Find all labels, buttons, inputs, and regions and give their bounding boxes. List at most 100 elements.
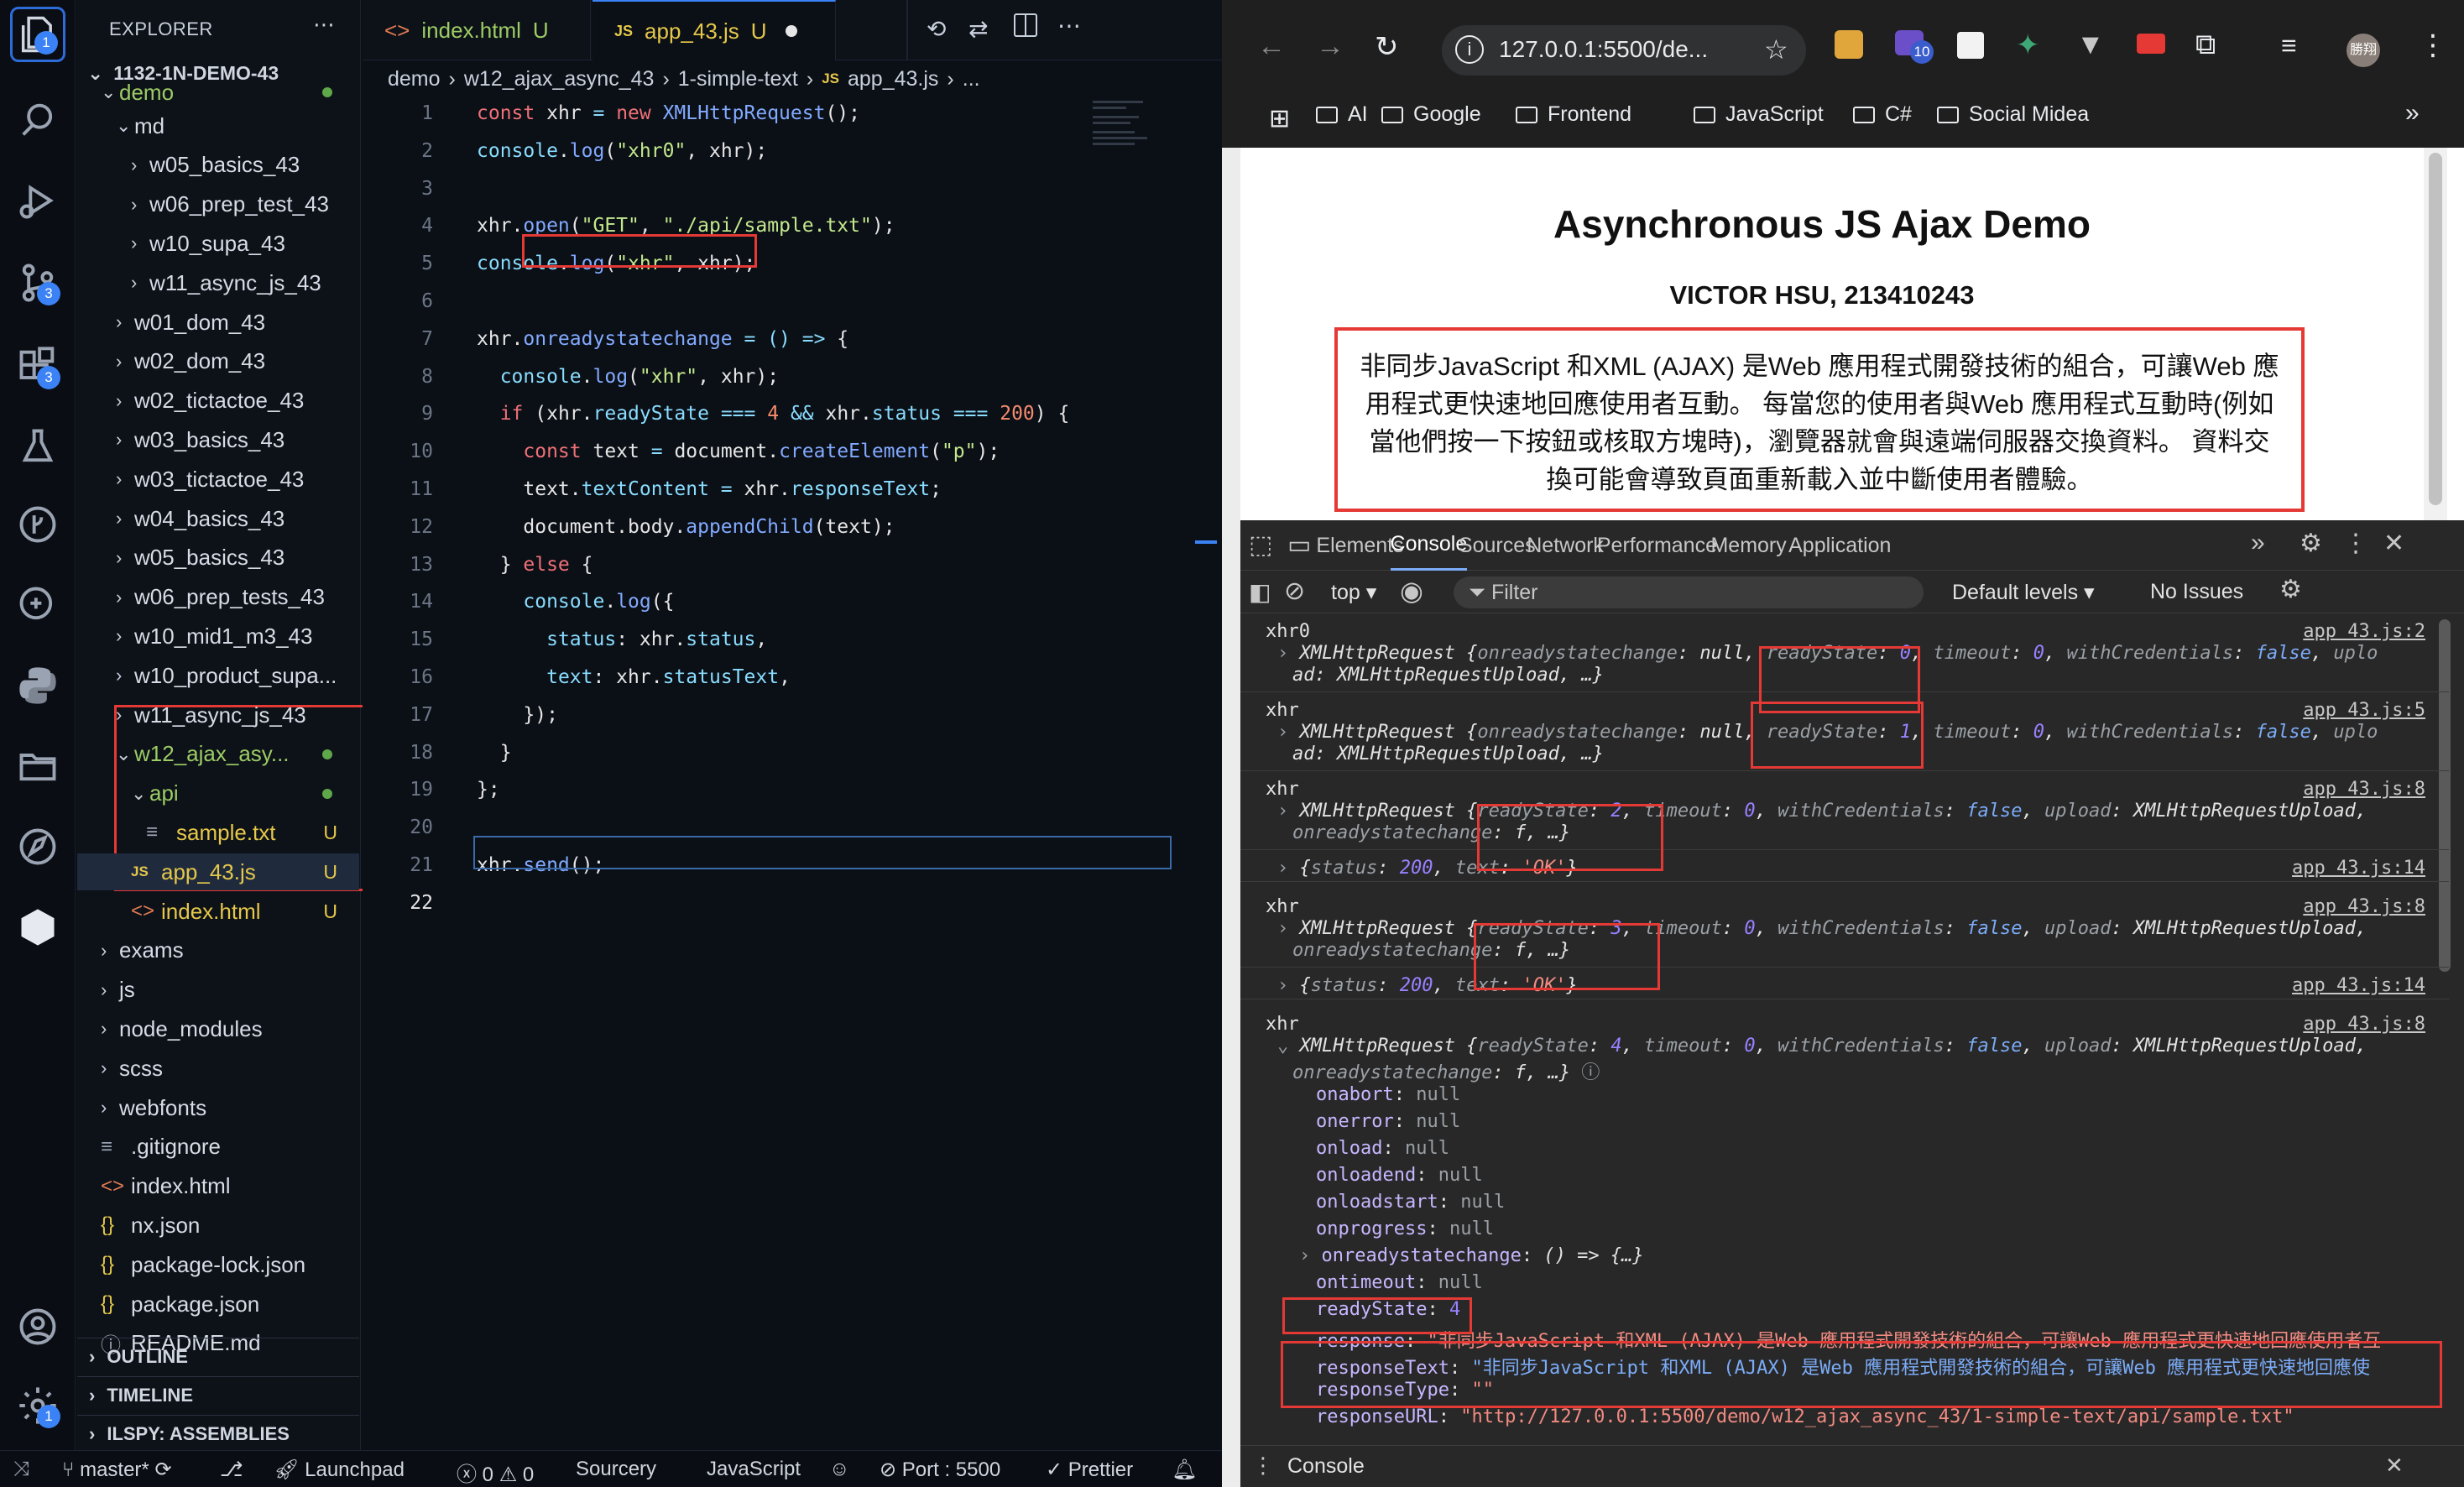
console-filter-input[interactable]: ⏷ Filter	[1454, 577, 1924, 608]
tree-item[interactable]: › webfonts	[77, 1089, 359, 1126]
copilot-icon[interactable]: ☺	[829, 1458, 850, 1481]
devtools-settings-icon[interactable]: ⚙	[2300, 529, 2322, 558]
devtools-tab[interactable]: Console	[1390, 520, 1468, 571]
timeline-icon[interactable]: ⟲	[927, 15, 946, 43]
tree-item[interactable]: › node_modules	[77, 1010, 359, 1047]
notes-extension-icon[interactable]	[1835, 30, 1863, 59]
chrome-menu-icon[interactable]: ⋮	[2419, 29, 2447, 62]
context-selector[interactable]: top ▾	[1331, 580, 1376, 605]
folder-icon[interactable]	[10, 738, 65, 794]
launchpad-button[interactable]: 🚀︎ Launchpad	[274, 1458, 405, 1482]
sidebar-toggle-icon[interactable]: ◧	[1249, 578, 1271, 606]
issues-counter[interactable]: No Issues	[2150, 580, 2243, 604]
tree-item[interactable]: › w10_supa_43	[77, 225, 359, 262]
tree-item[interactable]: › w03_basics_43	[77, 421, 359, 458]
code-line[interactable]: status: xhr.status,	[477, 629, 767, 650]
url-text[interactable]: 127.0.0.1:5500/de...	[1499, 36, 1708, 63]
code-line[interactable]: console.log({	[477, 591, 674, 613]
tree-item[interactable]: › w03_tictactoe_43	[77, 461, 359, 498]
devtools-tab[interactable]: Network	[1527, 520, 1604, 571]
unsaved-dot-icon[interactable]	[785, 25, 797, 37]
python-icon[interactable]	[10, 658, 65, 713]
grad-extension-icon[interactable]: 10	[1895, 30, 1934, 64]
sheet-extension-icon[interactable]	[1957, 32, 1984, 59]
media-control-icon[interactable]: ≡	[2281, 30, 2297, 61]
console-output[interactable]: xhr0 app 43.js:2 › XMLHttpRequest {onready…	[1240, 614, 2464, 1443]
tree-item[interactable]: › w06_prep_tests_43	[77, 579, 359, 616]
tree-item[interactable]: <> index.html U	[77, 893, 359, 930]
back-arrow-icon[interactable]: ←	[1257, 30, 1286, 63]
code-line[interactable]: } else {	[477, 554, 593, 576]
breadcrumb-segment[interactable]: 1-simple-text	[678, 67, 798, 91]
tree-item[interactable]: › w10_mid1_m3_43	[77, 618, 359, 655]
devtools-tab[interactable]: Memory	[1710, 520, 1786, 571]
settings-gear-icon[interactable]: 1	[10, 1378, 65, 1433]
red-extension-icon[interactable]	[2137, 34, 2165, 54]
drawer-menu-icon[interactable]: ⋮	[1252, 1453, 1274, 1479]
device-toggle-icon[interactable]: ▭	[1287, 530, 1311, 560]
tree-item[interactable]: {} nx.json	[77, 1207, 359, 1244]
apps-grid-icon[interactable]: ⊞	[1269, 104, 1290, 133]
rocket-icon[interactable]	[10, 819, 65, 874]
tab-app-43-js[interactable]: JS app_43.js U	[593, 0, 836, 60]
tree-item[interactable]: ≡ .gitignore	[77, 1129, 359, 1166]
bookmark-folder[interactable]: Social Midea	[1937, 102, 2089, 127]
console-source-link[interactable]: app 43.js:8	[2303, 1014, 2425, 1035]
console-source-link[interactable]: app 43.js:14	[2292, 975, 2425, 996]
account-icon[interactable]	[10, 1299, 65, 1354]
panel-header[interactable]: › TIMELINE	[77, 1376, 359, 1413]
puzzle-extensions-icon[interactable]: ⧉	[2195, 29, 2216, 61]
tree-item[interactable]: <> index.html	[77, 1168, 359, 1205]
split-editor-icon[interactable]	[1014, 13, 1037, 37]
console-source-link[interactable]: app 43.js:2	[2303, 621, 2425, 642]
code-line[interactable]: document.body.appendChild(text);	[477, 516, 895, 538]
git-graph-icon[interactable]	[10, 497, 65, 552]
code-line[interactable]: });	[477, 704, 558, 726]
more-tabs-icon[interactable]: »	[2251, 529, 2265, 557]
drawer-close-icon[interactable]: ✕	[2385, 1453, 2404, 1479]
eye-icon[interactable]: ◉	[1400, 575, 1423, 607]
language-mode[interactable]: JavaScript	[707, 1458, 801, 1481]
tree-item[interactable]: ⌄ api	[77, 775, 359, 812]
tree-item[interactable]: › w06_prep_test_43	[77, 186, 359, 223]
tree-item[interactable]: › w04_basics_43	[77, 500, 359, 537]
tree-item[interactable]: ⌄ md	[77, 107, 359, 144]
hexagon-icon[interactable]	[10, 900, 65, 955]
devtools-tab[interactable]: Application	[1788, 520, 1891, 571]
live-server-status[interactable]: ⊘ Port : 5500	[880, 1458, 1000, 1482]
tree-item[interactable]: ⌄ w12_ajax_asy...	[77, 736, 359, 773]
address-bar[interactable]: i 127.0.0.1:5500/de... ☆	[1442, 25, 1806, 76]
reload-icon[interactable]: ↻	[1375, 30, 1399, 64]
breadcrumb-segment[interactable]: demo	[388, 67, 441, 91]
compare-icon[interactable]: ⇄	[968, 15, 988, 43]
console-source-link[interactable]: app 43.js:14	[2292, 858, 2425, 879]
clear-console-icon[interactable]: ⊘	[1284, 577, 1305, 606]
tree-item[interactable]: › w05_basics_43	[77, 540, 359, 577]
bird-extension-icon[interactable]: ✦	[2016, 29, 2040, 62]
tree-item[interactable]: {} package.json	[77, 1286, 359, 1323]
tree-item[interactable]: › w11_async_js_43	[77, 697, 359, 733]
tree-item[interactable]: › w01_dom_43	[77, 304, 359, 341]
code-line[interactable]: text: xhr.statusText,	[477, 666, 791, 688]
tree-item[interactable]: › scss	[77, 1050, 359, 1087]
bookmark-star-icon[interactable]: ☆	[1764, 34, 1788, 65]
console-source-link[interactable]: app 43.js:5	[2303, 700, 2425, 721]
forward-arrow-icon[interactable]: →	[1316, 30, 1344, 63]
extensions-icon[interactable]: 3	[10, 339, 65, 394]
tree-item[interactable]: JS app_43.js U	[77, 853, 359, 891]
breadcrumb-segment[interactable]: ...	[963, 67, 980, 91]
inspect-icon[interactable]: ⬚	[1249, 530, 1272, 560]
panel-header[interactable]: › ILSPY: ASSEMBLIES	[77, 1415, 359, 1452]
devtools-tab[interactable]: Sources	[1459, 520, 1536, 571]
bookmark-folder[interactable]: C#	[1853, 102, 1912, 127]
source-control-icon[interactable]: 3	[10, 255, 65, 310]
prettier-status[interactable]: ✓ Prettier	[1046, 1458, 1133, 1482]
profile-avatar[interactable]: 勝翔	[2347, 34, 2380, 67]
page-scrollbar[interactable]	[2424, 148, 2447, 520]
tree-item[interactable]: › w11_async_js_43	[77, 264, 359, 301]
site-info-icon[interactable]: i	[1455, 35, 1484, 64]
code-editor[interactable]: 1 const xhr = new XMLHttpRequest(); 2 conso…	[363, 96, 1222, 1438]
breadcrumb[interactable]: demo › w12_ajax_async_43 › 1-simple-text › JS a…	[388, 62, 980, 96]
tree-item[interactable]: › w05_basics_43	[77, 147, 359, 184]
run-debug-icon[interactable]	[10, 173, 65, 228]
